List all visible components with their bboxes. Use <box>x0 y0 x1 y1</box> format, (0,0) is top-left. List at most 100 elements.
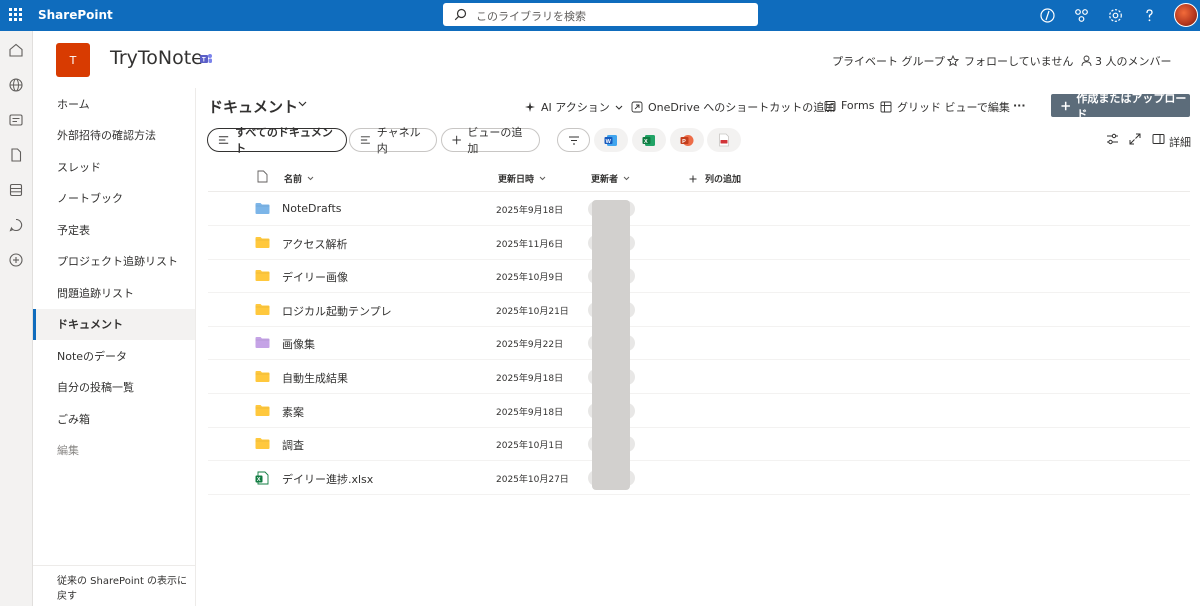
avatar[interactable] <box>1174 3 1198 27</box>
follow-button[interactable]: フォローしていません <box>947 53 1073 69</box>
file-name[interactable]: デイリー進捗.xlsx <box>282 471 373 487</box>
copilot-icon[interactable] <box>1039 7 1056 24</box>
members-button[interactable]: 3 人のメンバー <box>1081 53 1172 69</box>
person-icon <box>1081 55 1092 67</box>
modified-date: 2025年10月21日 <box>496 307 569 317</box>
grid-edit-button[interactable]: グリッド ビューで編集 <box>880 99 1010 115</box>
view-all-label: すべてのドキュメント <box>235 126 333 155</box>
filter-button[interactable] <box>557 128 590 152</box>
table-row[interactable]: ロジカル起動テンプレ 2025年10月21日 <box>208 293 1190 327</box>
info-panel-icon[interactable] <box>1152 133 1165 145</box>
nav-item-documents[interactable]: ドキュメント <box>33 309 195 340</box>
table-row[interactable]: 自動生成結果 2025年9月18日 <box>208 360 1190 394</box>
app-rail <box>0 31 33 606</box>
nav-item-project-tracker[interactable]: プロジェクト追跡リスト <box>33 246 195 277</box>
nav-item-recycle-bin[interactable]: ごみ箱 <box>33 404 195 435</box>
star-icon <box>947 55 959 67</box>
modified-date: 2025年9月18日 <box>496 206 564 216</box>
app-name[interactable]: SharePoint <box>38 8 113 22</box>
folder-icon <box>255 203 270 214</box>
onedrive-shortcut-button[interactable]: OneDrive へのショートカットの追加 <box>631 99 835 115</box>
classic-view-link[interactable]: 従来の SharePoint の表示に戻す <box>33 574 195 604</box>
nav-item-edit[interactable]: 編集 <box>33 435 195 466</box>
add-view-button[interactable]: ビューの追加 <box>441 126 540 155</box>
sliders-icon[interactable] <box>1106 133 1119 145</box>
globe-icon[interactable] <box>8 77 24 93</box>
view-all-documents[interactable]: すべてのドキュメント <box>207 126 347 155</box>
chevron-down-icon <box>615 105 623 110</box>
nav-item-calendar[interactable]: 予定表 <box>33 215 195 246</box>
excel-file-icon: X <box>255 471 269 485</box>
news-icon[interactable] <box>8 112 24 128</box>
share-network-icon[interactable] <box>1073 7 1090 24</box>
follow-label: フォローしていません <box>964 55 1074 68</box>
nav-item-issue-tracker[interactable]: 問題追跡リスト <box>33 278 195 309</box>
nav-item-external-invite[interactable]: 外部招待の確認方法 <box>33 120 195 151</box>
file-name[interactable]: 自動生成結果 <box>282 370 348 386</box>
teams-icon[interactable]: T <box>199 52 213 65</box>
file-name[interactable]: アクセス解析 <box>282 236 347 252</box>
members-label: 3 人のメンバー <box>1095 55 1172 68</box>
search-box[interactable]: このライブラリを検索 <box>443 3 758 26</box>
table-row[interactable]: デイリー画像 2025年10月9日 <box>208 259 1190 293</box>
file-name[interactable]: デイリー画像 <box>282 269 348 285</box>
table-row[interactable]: 調査 2025年10月1日 <box>208 427 1190 461</box>
site-privacy: プライベート グループ <box>832 55 945 68</box>
app-launcher-icon[interactable] <box>9 8 23 22</box>
folder-icon <box>255 337 270 348</box>
file-icon[interactable] <box>8 147 24 163</box>
filter-powerpoint-button[interactable]: P <box>670 128 704 152</box>
add-circle-icon[interactable] <box>8 252 24 268</box>
chevron-down-icon <box>539 176 546 181</box>
column-header-modified-by[interactable]: 更新者 <box>591 172 630 185</box>
modified-date: 2025年10月27日 <box>496 475 569 485</box>
table-row[interactable]: アクセス解析 2025年11月6日 <box>208 226 1190 260</box>
nav-divider <box>33 565 195 566</box>
column-modified-by-label: 更新者 <box>591 175 619 185</box>
library-title[interactable]: ドキュメント <box>208 96 298 117</box>
powerpoint-icon: P <box>680 134 694 146</box>
add-column-button[interactable]: 列の追加 <box>689 172 741 185</box>
modified-date: 2025年9月18日 <box>496 408 564 418</box>
home-icon[interactable] <box>8 42 24 58</box>
ai-actions-button[interactable]: AI アクション <box>524 99 623 115</box>
chat-icon[interactable] <box>8 217 24 233</box>
folder-icon <box>255 405 270 416</box>
list-icon[interactable] <box>8 182 24 198</box>
column-header-modified[interactable]: 更新日時 <box>498 172 546 185</box>
create-upload-button[interactable]: 作成またはアップロード <box>1051 92 1190 121</box>
help-icon[interactable] <box>1141 7 1158 24</box>
site-logo[interactable]: T <box>56 43 90 77</box>
folder-icon <box>255 237 270 248</box>
filter-word-button[interactable]: W <box>594 128 628 152</box>
table-row[interactable]: 素案 2025年9月18日 <box>208 394 1190 428</box>
forms-button[interactable]: Forms <box>824 99 874 112</box>
gear-icon[interactable] <box>1107 7 1124 24</box>
file-name[interactable]: 調査 <box>282 437 304 453</box>
view-channel[interactable]: チャネル内 <box>349 126 437 155</box>
forms-label: Forms <box>841 99 875 112</box>
column-header-name[interactable]: 名前 <box>284 172 314 185</box>
site-title[interactable]: TryToNote <box>110 47 203 69</box>
filter-excel-button[interactable]: X <box>632 128 666 152</box>
nav-item-note-data[interactable]: Noteのデータ <box>33 341 195 372</box>
table-row[interactable]: NoteDrafts 2025年9月18日 <box>208 192 1190 226</box>
table-row[interactable]: 画像集 2025年9月22日 <box>208 326 1190 360</box>
nav-item-notebook[interactable]: ノートブック <box>33 183 195 214</box>
nav-item-my-posts[interactable]: 自分の投稿一覧 <box>33 372 195 403</box>
file-name[interactable]: 画像集 <box>282 336 315 352</box>
details-button[interactable]: 詳細 <box>1169 134 1191 150</box>
search-input[interactable]: このライブラリを検索 <box>476 8 586 24</box>
file-name[interactable]: ロジカル起動テンプレ <box>282 303 392 319</box>
file-name[interactable]: 素案 <box>282 404 304 420</box>
more-commands-button[interactable]: ··· <box>1013 99 1026 112</box>
table-row[interactable]: X デイリー進捗.xlsx 2025年10月27日 <box>208 461 1190 495</box>
file-type-icon[interactable] <box>257 170 268 183</box>
nav-item-home[interactable]: ホーム <box>33 89 195 120</box>
expand-icon[interactable] <box>1129 133 1141 145</box>
filter-pdf-button[interactable] <box>707 128 741 152</box>
nav-item-threads[interactable]: スレッド <box>33 152 195 183</box>
plus-icon <box>689 175 697 182</box>
chevron-down-icon[interactable] <box>298 101 307 107</box>
file-name[interactable]: NoteDrafts <box>282 202 342 215</box>
